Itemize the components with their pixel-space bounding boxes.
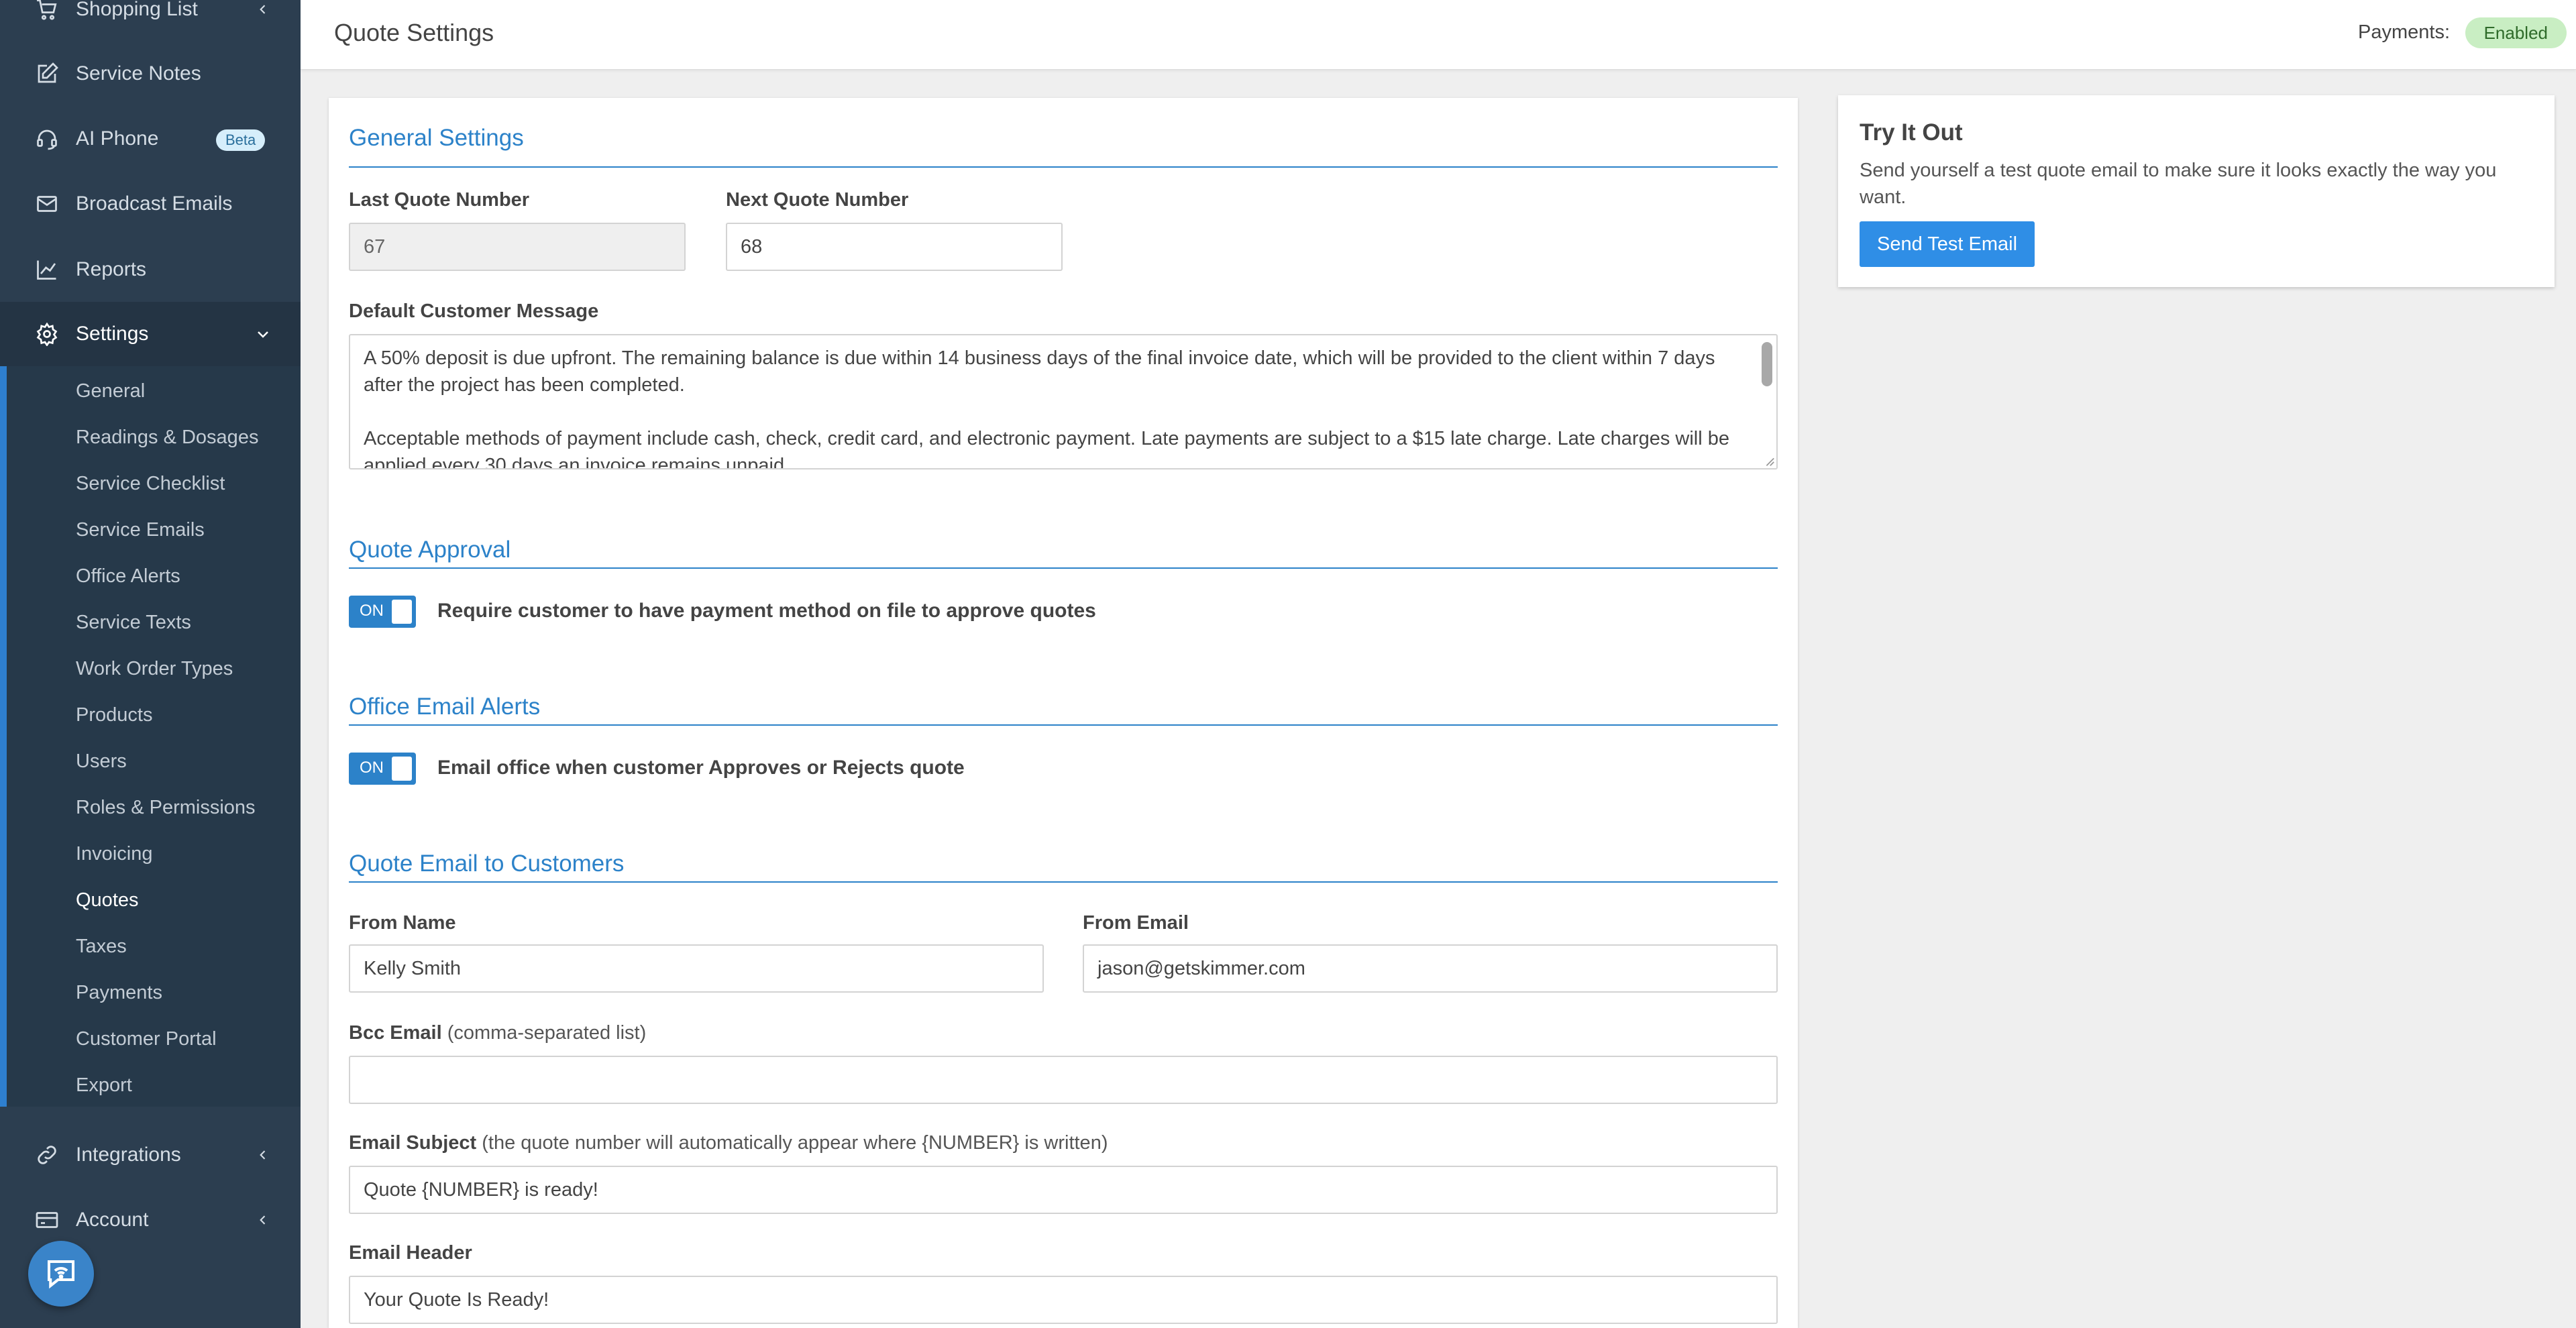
sidebar-item-service-notes[interactable]: Service Notes	[0, 42, 301, 106]
chart-line-icon	[34, 256, 60, 283]
section-divider	[349, 724, 1778, 726]
sidebar-item-integrations[interactable]: Integrations	[0, 1123, 301, 1187]
payments-label: Payments:	[2358, 21, 2450, 43]
default-message-label: Default Customer Message	[349, 300, 599, 322]
sidebar-item-label: Broadcast Emails	[76, 192, 233, 215]
section-title-quote-email: Quote Email to Customers	[349, 850, 625, 877]
sidebar-item-label: Reports	[76, 258, 147, 280]
submenu-item-general[interactable]: General	[76, 368, 145, 414]
message-paragraph: A 50% deposit is due upfront. The remain…	[364, 347, 1715, 396]
section-title-office-email-alerts: Office Email Alerts	[349, 694, 541, 720]
submenu-item-quotes[interactable]: Quotes	[76, 877, 139, 924]
try-it-out-description: Send yourself a test quote email to make…	[1860, 160, 2497, 208]
active-indicator	[0, 302, 7, 1107]
email-subject-hint: (the quote number will automatically app…	[482, 1132, 1108, 1154]
from-email-label: From Email	[1083, 912, 1189, 934]
toggle-knob	[392, 757, 412, 781]
section-title-quote-approval: Quote Approval	[349, 537, 511, 563]
submenu-item-users[interactable]: Users	[76, 738, 127, 785]
chevron-down-icon	[255, 326, 271, 342]
section-divider	[349, 166, 1778, 168]
cart-icon	[34, 0, 60, 23]
sidebar-item-label: Shopping List	[76, 0, 198, 20]
credit-card-icon	[34, 1207, 60, 1233]
sidebar-item-label: Service Notes	[76, 62, 201, 85]
submenu-item-work-order-types[interactable]: Work Order Types	[76, 646, 233, 692]
submenu-item-roles-permissions[interactable]: Roles & Permissions	[76, 785, 256, 831]
envelope-icon	[34, 190, 60, 217]
textarea-scrollbar[interactable]	[1762, 342, 1772, 386]
send-test-email-button[interactable]: Send Test Email	[1860, 221, 2035, 267]
chat-wifi-icon	[47, 1260, 75, 1289]
sidebar-item-label: Account	[76, 1209, 149, 1231]
section-divider	[349, 567, 1778, 569]
top-bar: Quote Settings Payments: Enabled	[301, 0, 2576, 70]
sidebar-item-settings[interactable]: Settings	[0, 302, 301, 366]
from-email-field[interactable]: jason@getskimmer.com	[1083, 944, 1778, 993]
chevron-left-icon	[255, 1, 271, 17]
submenu-item-service-texts[interactable]: Service Texts	[76, 600, 191, 646]
last-quote-number-field: 67	[349, 223, 686, 271]
edit-icon	[34, 60, 60, 87]
try-it-out-title: Try It Out	[1860, 119, 1963, 146]
require-payment-label: Require customer to have payment method …	[437, 600, 1096, 622]
sidebar-item-label: AI Phone	[76, 127, 159, 150]
email-subject-field[interactable]: Quote {NUMBER} is ready!	[349, 1166, 1778, 1214]
submenu-item-export[interactable]: Export	[76, 1062, 132, 1109]
submenu-item-products[interactable]: Products	[76, 692, 152, 738]
submenu-item-invoicing[interactable]: Invoicing	[76, 831, 152, 877]
chevron-left-icon	[255, 1147, 271, 1163]
section-title-general: General Settings	[349, 125, 524, 151]
sidebar: Shopping List Service Notes AI Phone Bet…	[0, 0, 301, 1328]
chevron-left-icon	[255, 1212, 271, 1228]
from-name-field[interactable]: Kelly Smith	[349, 944, 1044, 993]
sidebar-item-label: Integrations	[76, 1144, 181, 1166]
sidebar-item-broadcast-emails[interactable]: Broadcast Emails	[0, 172, 301, 236]
email-subject-label: Email Subject (the quote number will aut…	[349, 1132, 1108, 1154]
sidebar-item-shopping-list[interactable]: Shopping List	[0, 0, 301, 42]
toggle-state: ON	[360, 602, 384, 620]
support-chat-button[interactable]	[28, 1241, 94, 1307]
default-message-textarea[interactable]: A 50% deposit is due upfront. The remain…	[349, 334, 1778, 469]
next-quote-number-label: Next Quote Number	[726, 189, 909, 211]
payments-status-badge: Enabled	[2465, 17, 2567, 48]
section-divider	[349, 881, 1778, 883]
next-quote-number-field[interactable]: 68	[726, 223, 1063, 271]
toggle-knob	[392, 600, 412, 624]
email-header-field[interactable]: Your Quote Is Ready!	[349, 1276, 1778, 1324]
try-it-out-card: Try It Out Send yourself a test quote em…	[1838, 95, 2555, 287]
submenu-item-taxes[interactable]: Taxes	[76, 924, 127, 970]
submenu-item-customer-portal[interactable]: Customer Portal	[76, 1016, 217, 1062]
email-office-label: Email office when customer Approves or R…	[437, 757, 965, 779]
headset-icon	[34, 125, 60, 152]
submenu-item-payments[interactable]: Payments	[76, 970, 162, 1016]
quote-settings-card: General Settings Last Quote Number 67 Ne…	[329, 98, 1798, 1328]
message-paragraph: Acceptable methods of payment include ca…	[364, 428, 1729, 469]
submenu-item-service-checklist[interactable]: Service Checklist	[76, 461, 225, 507]
toggle-state: ON	[360, 759, 384, 777]
sidebar-item-label: Settings	[76, 323, 149, 345]
sidebar-item-reports[interactable]: Reports	[0, 237, 301, 302]
submenu-item-office-alerts[interactable]: Office Alerts	[76, 553, 180, 600]
bcc-email-field[interactable]	[349, 1056, 1778, 1104]
bcc-email-label: Bcc Email (comma-separated list)	[349, 1022, 647, 1044]
email-header-label: Email Header	[349, 1242, 472, 1264]
submenu-item-service-emails[interactable]: Service Emails	[76, 507, 205, 553]
submenu-item-readings-dosages[interactable]: Readings & Dosages	[76, 414, 258, 461]
from-name-label: From Name	[349, 912, 456, 934]
require-payment-toggle[interactable]: ON	[349, 596, 416, 628]
resize-handle-icon[interactable]	[1763, 455, 1775, 467]
beta-badge: Beta	[216, 129, 266, 151]
last-quote-number-label: Last Quote Number	[349, 189, 530, 211]
sidebar-item-account[interactable]: Account	[0, 1188, 301, 1252]
email-office-toggle[interactable]: ON	[349, 753, 416, 785]
page-title: Quote Settings	[334, 19, 494, 46]
link-icon	[34, 1142, 60, 1168]
bcc-email-hint: (comma-separated list)	[447, 1022, 647, 1044]
sidebar-item-ai-phone[interactable]: AI Phone Beta	[0, 107, 301, 171]
gear-icon	[34, 321, 60, 347]
